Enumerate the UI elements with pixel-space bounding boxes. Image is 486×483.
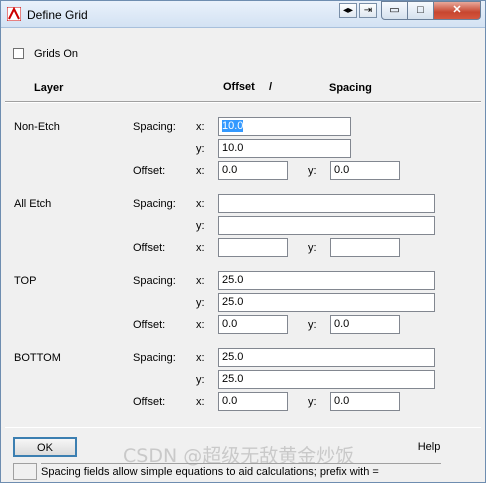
title-bar: Define Grid ◂▸ ⇥ ▭ □ ✕ — [1, 1, 485, 28]
spacing-label: Spacing: — [133, 275, 176, 287]
non-etch-spacing-y-input[interactable]: 10.0 — [218, 139, 351, 158]
x-label: x: — [196, 352, 205, 364]
x-label: x: — [196, 242, 205, 254]
y-label: y: — [308, 396, 317, 408]
spacing-label: Spacing: — [133, 352, 176, 364]
offset-header: Offset — [223, 81, 255, 93]
top-spacing-x-input[interactable]: 25.0 — [218, 271, 435, 290]
non-etch-offset-y-input[interactable]: 0.0 — [330, 161, 400, 180]
selected-text: 10.0 — [222, 120, 244, 132]
non-etch-spacing-x-input[interactable]: 10.0 — [218, 117, 351, 136]
all-etch-offset-x-input[interactable] — [218, 238, 288, 257]
top-spacing-y-input[interactable]: 25.0 — [218, 293, 435, 312]
offset-label: Offset: — [133, 319, 166, 331]
y-label: y: — [196, 297, 205, 309]
close-icon: ✕ — [452, 4, 462, 16]
all-etch-spacing-y-input[interactable] — [218, 216, 435, 235]
window-title: Define Grid — [27, 8, 88, 22]
layer-name: All Etch — [14, 198, 52, 210]
top-offset-x-input[interactable]: 0.0 — [218, 315, 288, 334]
spacing-label: Spacing: — [133, 121, 176, 133]
y-label: y: — [308, 242, 317, 254]
x-label: x: — [196, 275, 205, 287]
y-label: y: — [196, 143, 205, 155]
status-bar: Spacing fields allow simple equations to… — [41, 463, 441, 481]
close-button[interactable]: ✕ — [433, 1, 481, 20]
x-label: x: — [196, 396, 205, 408]
x-label: x: — [196, 165, 205, 177]
maximize-icon: □ — [417, 4, 424, 16]
bottom-offset-x-input[interactable]: 0.0 — [218, 392, 288, 411]
arrows-icon[interactable]: ◂▸ — [339, 3, 357, 18]
y-label: y: — [196, 374, 205, 386]
all-etch-offset-y-input[interactable] — [330, 238, 400, 257]
grids-on-checkbox[interactable] — [13, 48, 24, 59]
layer-name: BOTTOM — [14, 352, 61, 364]
top-offset-y-input[interactable]: 0.0 — [330, 315, 400, 334]
all-etch-spacing-x-input[interactable] — [218, 194, 435, 213]
layer-name: TOP — [14, 275, 37, 287]
y-label: y: — [308, 319, 317, 331]
slash-header: / — [269, 81, 273, 93]
pin-icon[interactable]: ⇥ — [359, 3, 377, 18]
offset-label: Offset: — [133, 165, 166, 177]
minimize-button[interactable]: ▭ — [381, 1, 408, 20]
spacing-header: Spacing — [329, 82, 372, 94]
layer-name: Non-Etch — [14, 121, 60, 133]
bottom-offset-y-input[interactable]: 0.0 — [330, 392, 400, 411]
maximize-button[interactable]: □ — [407, 1, 434, 20]
offset-label: Offset: — [133, 396, 166, 408]
offset-label: Offset: — [133, 242, 166, 254]
y-label: y: — [196, 220, 205, 232]
x-label: x: — [196, 319, 205, 331]
define-grid-window: Define Grid ◂▸ ⇥ ▭ □ ✕ Grids On Layer Of… — [0, 0, 486, 483]
status-box — [13, 463, 37, 480]
minimize-icon: ▭ — [389, 4, 400, 16]
app-icon — [7, 7, 21, 21]
spacing-label: Spacing: — [133, 198, 176, 210]
y-label: y: — [308, 165, 317, 177]
help-button[interactable]: Help — [397, 437, 461, 457]
non-etch-offset-x-input[interactable]: 0.0 — [218, 161, 288, 180]
layer-header: Layer — [34, 82, 64, 94]
ok-button[interactable]: OK — [13, 437, 77, 457]
x-label: x: — [196, 121, 205, 133]
grids-on-label: Grids On — [34, 48, 79, 60]
bottom-spacing-x-input[interactable]: 25.0 — [218, 348, 435, 367]
bottom-spacing-y-input[interactable]: 25.0 — [218, 370, 435, 389]
x-label: x: — [196, 198, 205, 210]
